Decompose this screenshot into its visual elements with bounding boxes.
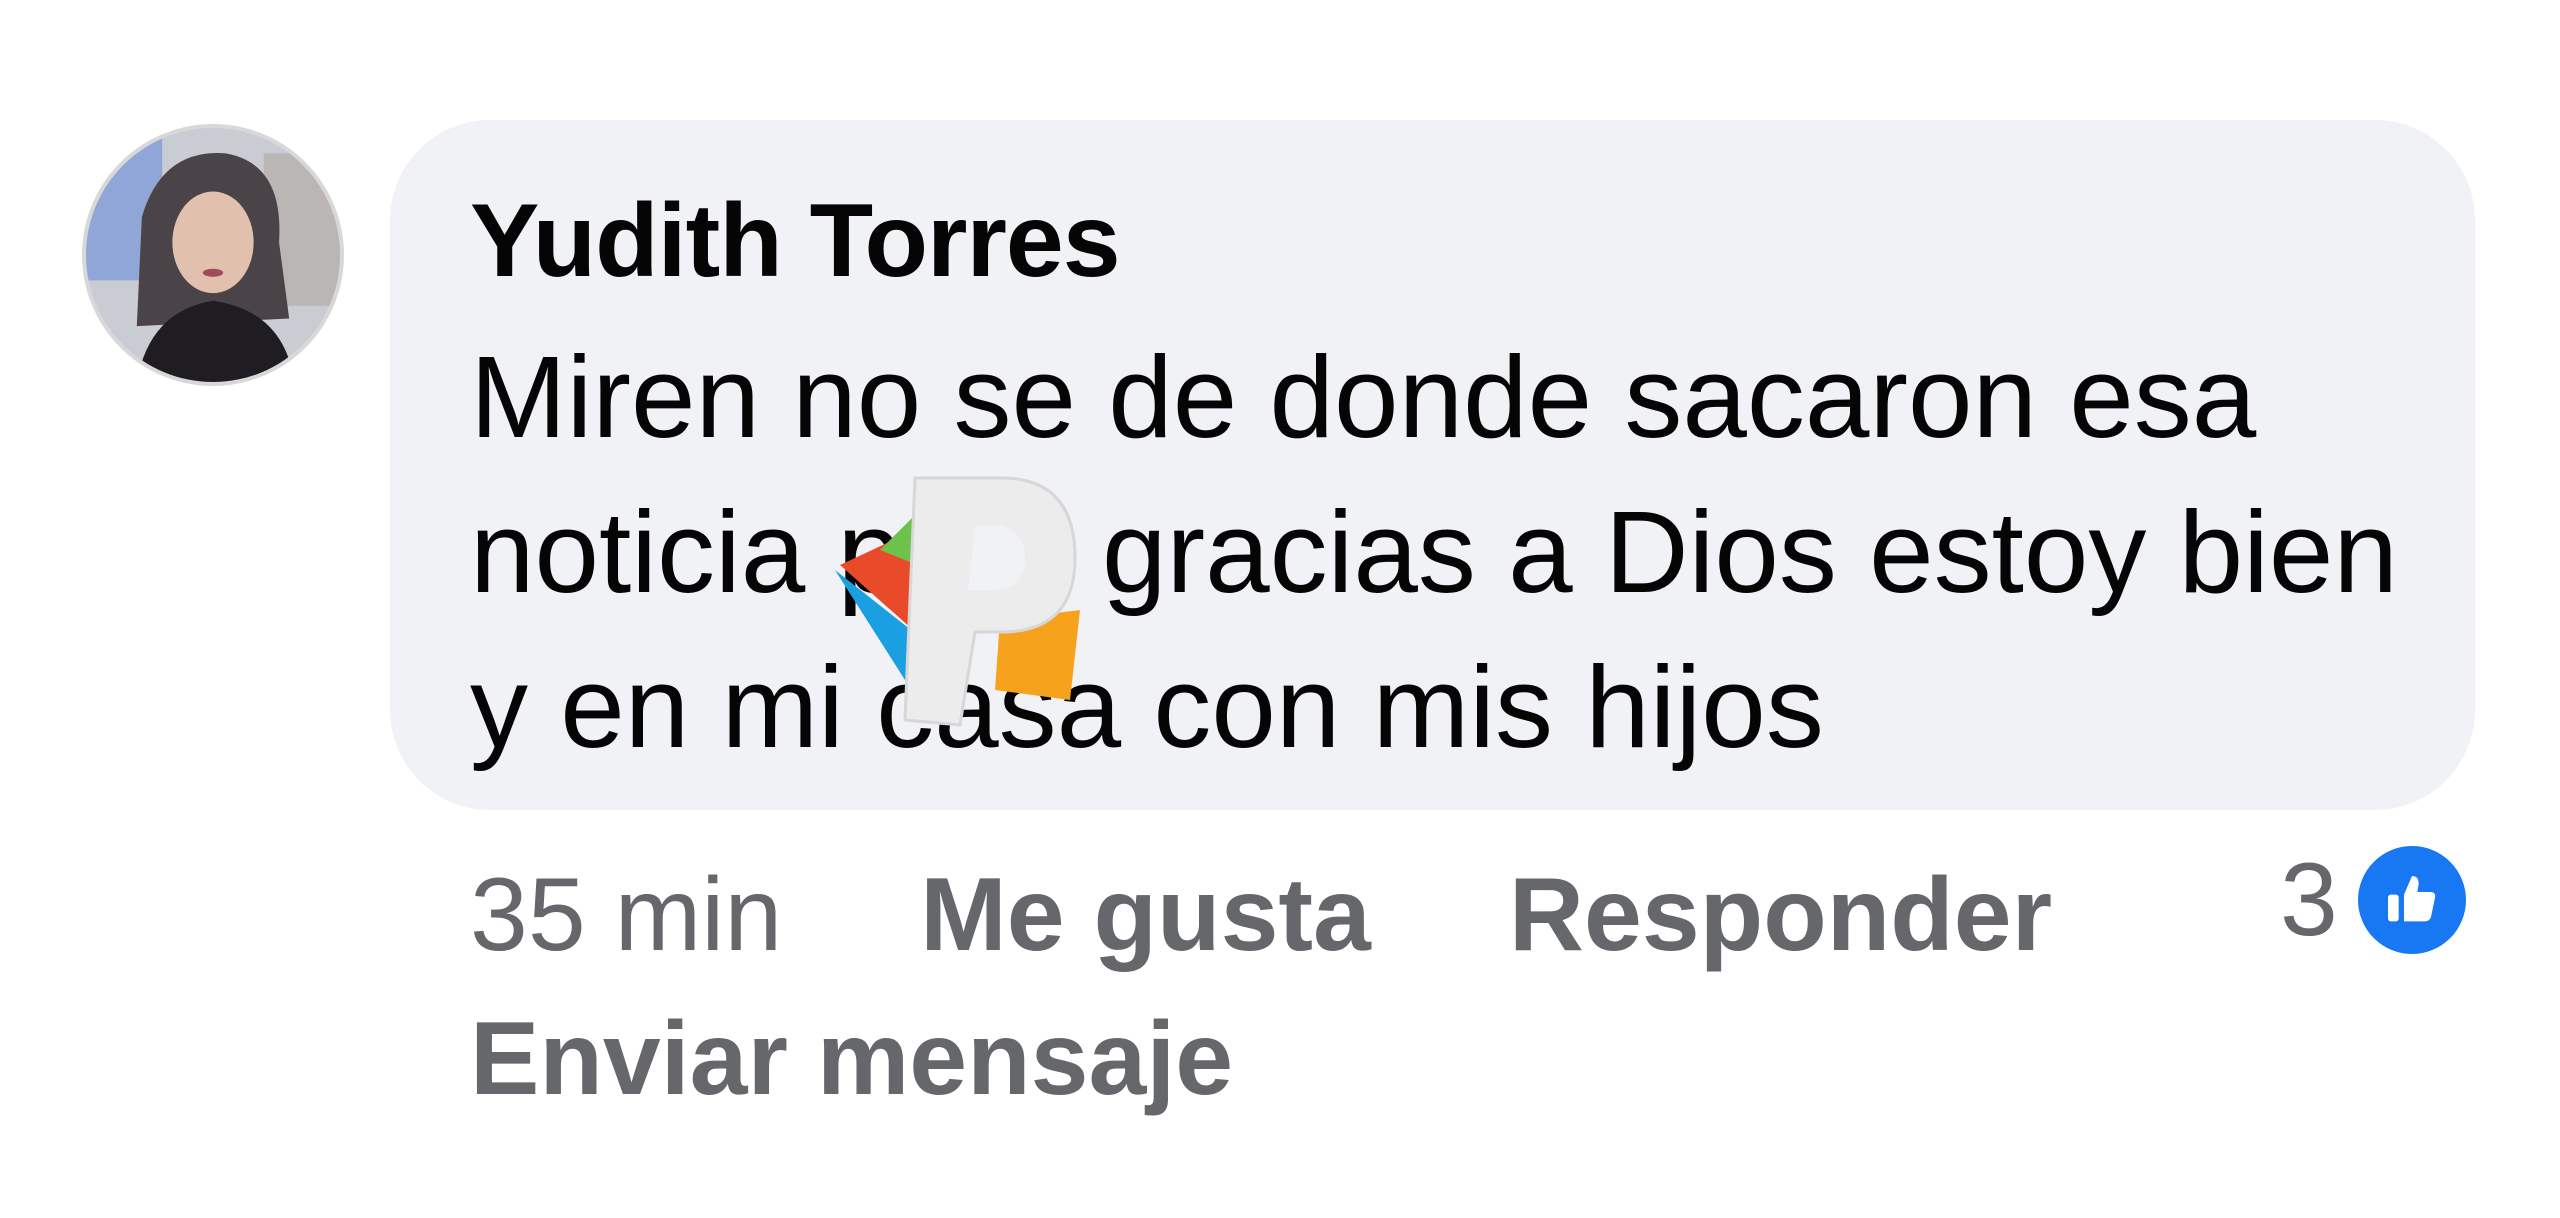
like-button[interactable]: Me gusta xyxy=(920,856,1371,975)
reaction-count: 3 xyxy=(2280,841,2338,958)
avatar-photo xyxy=(86,128,340,382)
comment-text: Miren no se de donde sacaron esa noticia… xyxy=(470,332,2398,772)
avatar[interactable] xyxy=(82,124,344,386)
comment-screenshot: Yudith Torres Miren no se de donde sacar… xyxy=(0,0,2560,1218)
comment-bubble: Yudith Torres Miren no se de donde sacar… xyxy=(390,120,2475,810)
like-icon xyxy=(2357,846,2466,954)
watermark-logo-icon xyxy=(820,470,1110,740)
reaction-summary[interactable]: 3 xyxy=(2280,840,2466,960)
send-message-button[interactable]: Enviar mensaje xyxy=(470,1000,1233,1119)
comment-timestamp[interactable]: 35 min xyxy=(470,856,782,975)
comment-actions: 35 min Me gusta Responder xyxy=(470,850,2190,980)
reply-button[interactable]: Responder xyxy=(1509,856,2052,975)
comment-author[interactable]: Yudith Torres xyxy=(470,182,1121,301)
